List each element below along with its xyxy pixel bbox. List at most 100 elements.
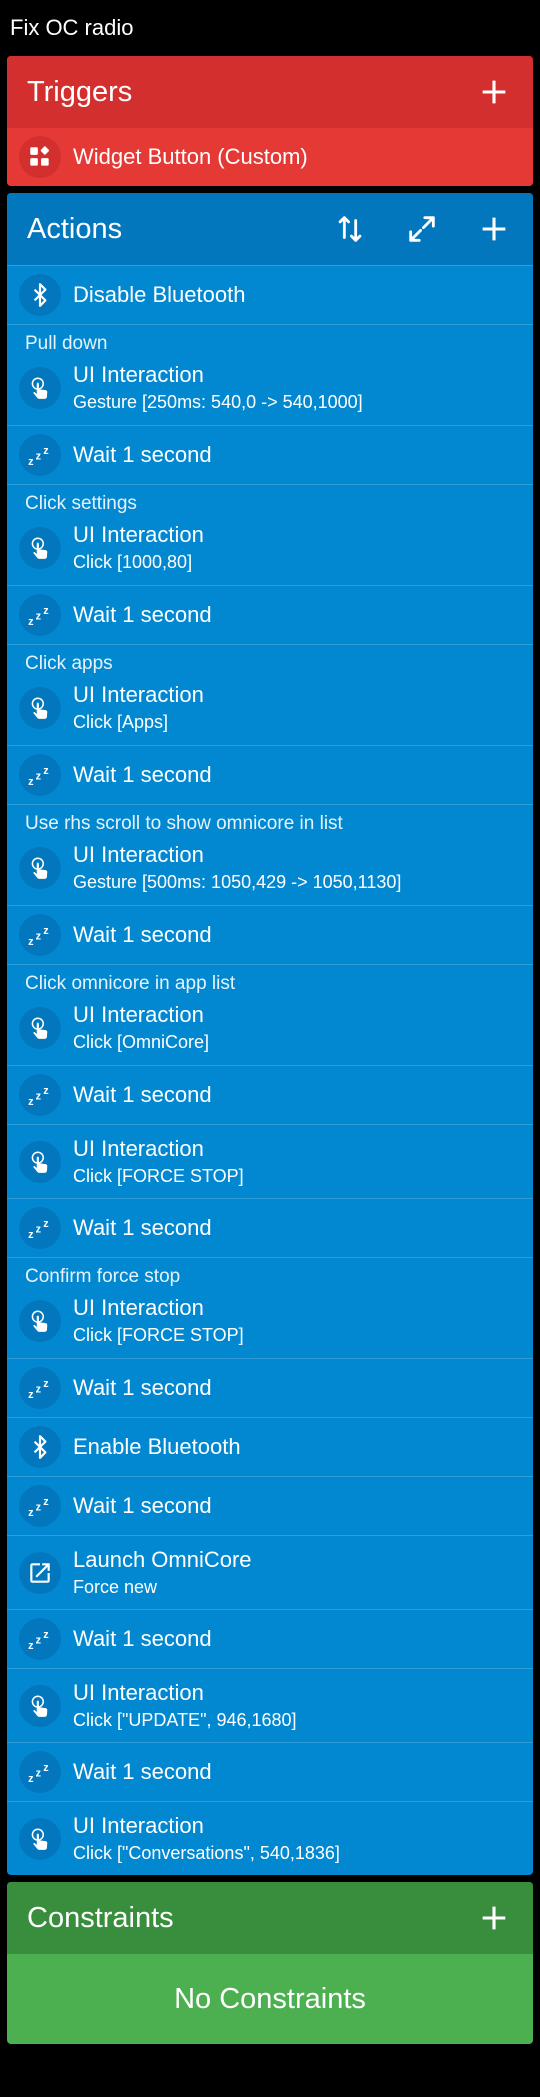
svg-text:z: z [36,450,42,462]
action-title: Wait 1 second [73,1375,212,1400]
action-title: UI Interaction [73,842,204,867]
action-item[interactable]: UI Interaction Click [Apps] [7,671,533,745]
action-item[interactable]: z z z Wait 1 second [7,1065,533,1124]
action-item[interactable]: z z z Wait 1 second [7,1476,533,1535]
action-item[interactable]: UI Interaction Click [1000,80] [7,511,533,585]
sleep-zzz-icon: zzz [19,914,61,956]
action-item[interactable]: UI Interaction Gesture [500ms: 1050,429 -… [7,831,533,905]
svg-text:z: z [28,456,34,468]
action-item[interactable]: z z z Wait 1 second [7,1358,533,1417]
action-comment: Pull down [7,324,533,354]
touch-gesture-icon [19,687,61,729]
action-item[interactable]: UI Interaction Click [FORCE STOP] [7,1284,533,1358]
svg-text:z: z [43,1629,49,1641]
action-item[interactable]: z z z Wait 1 second [7,585,533,644]
svg-text:z: z [43,1496,49,1508]
svg-text:z: z [43,605,49,617]
action-comment: Confirm force stop [7,1257,533,1287]
touch-gesture-icon [19,367,61,409]
action-item[interactable]: z z z Wait 1 second [7,1198,533,1257]
svg-text:z: z [43,1218,49,1230]
action-item[interactable]: z z z Wait 1 second [7,425,533,484]
action-item[interactable]: z z z Wait 1 second [7,745,533,804]
svg-text:z: z [43,1762,49,1774]
bluetooth-icon [19,1426,61,1468]
constraints-header: Constraints [7,1882,533,1954]
constraints-title: Constraints [27,1901,174,1934]
action-title: UI Interaction [73,1295,204,1320]
sleep-zzz-icon: zzz [19,1207,61,1249]
action-item[interactable]: Enable Bluetooth [7,1417,533,1476]
svg-text:z: z [28,1640,34,1652]
svg-text:z: z [28,1389,34,1401]
touch-gesture-icon [19,1007,61,1049]
svg-text:z: z [36,610,42,622]
action-comment: Click settings [7,484,533,514]
add-trigger-icon[interactable] [475,73,513,111]
svg-text:z: z [28,616,34,628]
action-detail: Click [1000,80] [73,552,193,572]
trigger-item-widget-button[interactable]: Widget Button (Custom) [7,128,533,186]
action-title: UI Interaction [73,362,204,387]
action-title: UI Interaction [73,522,204,547]
svg-text:z: z [28,1507,34,1519]
action-title: Wait 1 second [73,1082,212,1107]
action-item[interactable]: UI Interaction Click ["UPDATE", 946,1680] [7,1668,533,1742]
app-title: Fix OC radio [10,15,134,40]
action-title: Wait 1 second [73,1626,212,1651]
action-item[interactable]: Launch OmniCore Force new [7,1535,533,1609]
touch-gesture-icon [19,1817,61,1860]
action-comment: Use rhs scroll to show omnicore in list [7,804,533,834]
action-detail: Gesture [250ms: 540,0 -> 540,1000] [73,392,363,412]
action-detail: Click [FORCE STOP] [73,1325,244,1345]
svg-text:z: z [36,1090,42,1102]
svg-text:z: z [36,770,42,782]
add-action-icon[interactable] [475,210,513,248]
action-item[interactable]: z z z Wait 1 second [7,1742,533,1801]
touch-gesture-icon [19,1300,61,1342]
sleep-zzz-icon: zzz [19,434,61,476]
constraints-section: Constraints No Constraints [7,1882,533,2044]
action-title: UI Interaction [73,1812,204,1838]
sleep-zzz-icon: zzz [19,1485,61,1527]
svg-text:z: z [28,776,34,788]
svg-text:z: z [28,1096,34,1108]
action-item[interactable]: UI Interaction Click [OmniCore] [7,991,533,1065]
action-detail: Gesture [500ms: 1050,429 -> 1050,1130] [73,872,402,892]
action-item[interactable]: z z z Wait 1 second [7,905,533,964]
touch-gesture-icon [19,527,61,569]
action-detail: Click ["Conversations", 540,1836] [73,1842,340,1863]
action-item[interactable]: UI Interaction Click [FORCE STOP] [7,1124,533,1198]
action-title: Wait 1 second [73,1215,212,1240]
action-detail: Force new [73,1576,158,1597]
action-title: Wait 1 second [73,1493,212,1518]
svg-text:z: z [43,925,49,937]
triggers-section: Triggers Widget Button (Custom) [7,56,533,186]
actions-section: Actions Disable Bluetooth Pull down UI Int… [7,193,533,1875]
svg-text:z: z [43,1085,49,1097]
action-item[interactable]: z z z Wait 1 second [7,1609,533,1668]
svg-text:z: z [36,1383,42,1395]
action-title: Enable Bluetooth [73,1434,241,1459]
action-comment: Click omnicore in app list [7,964,533,994]
action-item[interactable]: UI Interaction Gesture [250ms: 540,0 -> 5… [7,351,533,425]
action-detail: Click [FORCE STOP] [73,1165,244,1186]
launch-app-icon [19,1551,61,1594]
action-detail: Click [OmniCore] [73,1032,210,1052]
bluetooth-icon [19,274,61,316]
trigger-label: Widget Button (Custom) [73,144,308,169]
action-item[interactable]: UI Interaction Click ["Conversations", 54… [7,1801,533,1875]
action-detail: Click ["UPDATE", 946,1680] [73,1709,297,1730]
touch-gesture-icon [19,1684,61,1727]
action-title: Wait 1 second [73,1759,212,1784]
touch-gesture-icon [19,1140,61,1183]
add-constraint-icon[interactable] [475,1899,513,1937]
reorder-icon[interactable] [331,210,369,248]
action-title: Wait 1 second [73,602,212,627]
svg-text:z: z [36,1634,42,1646]
action-item[interactable]: Disable Bluetooth [7,265,533,324]
action-detail: Click [Apps] [73,712,169,732]
expand-icon[interactable] [403,210,441,248]
action-title: Wait 1 second [73,922,212,947]
sleep-zzz-icon: zzz [19,594,61,636]
